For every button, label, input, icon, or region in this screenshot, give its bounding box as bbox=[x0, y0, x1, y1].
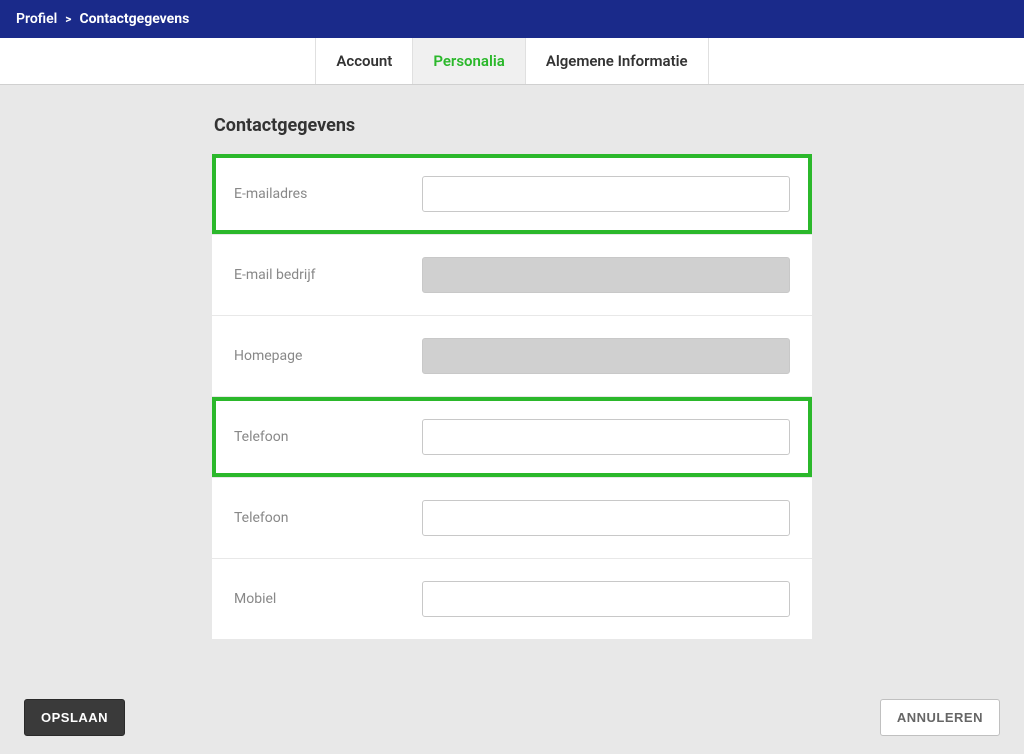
email-input[interactable] bbox=[422, 176, 790, 212]
tab-personalia[interactable]: Personalia bbox=[412, 38, 524, 84]
form-row-telefoon2: Telefoon bbox=[212, 478, 812, 558]
form-row-telefoon1: Telefoon bbox=[212, 397, 812, 477]
form-row-mobiel: Mobiel bbox=[212, 559, 812, 639]
content-area: Contactgegevens E-mailadres E-mail bedri… bbox=[0, 85, 1024, 639]
breadcrumb-current: Contactgegevens bbox=[79, 11, 189, 27]
breadcrumb: Profiel > Contactgegevens bbox=[16, 11, 189, 27]
homepage-input bbox=[422, 338, 790, 374]
homepage-label: Homepage bbox=[234, 348, 422, 364]
tab-account[interactable]: Account bbox=[315, 38, 412, 84]
content-inner: Contactgegevens E-mailadres E-mail bedri… bbox=[212, 115, 812, 639]
telefoon2-label: Telefoon bbox=[234, 510, 422, 526]
form-row-homepage: Homepage bbox=[212, 316, 812, 396]
telefoon1-input[interactable] bbox=[422, 419, 790, 455]
form-row-email-company: E-mail bedrijf bbox=[212, 235, 812, 315]
header-bar: Profiel > Contactgegevens bbox=[0, 0, 1024, 38]
mobiel-input[interactable] bbox=[422, 581, 790, 617]
chevron-right-icon: > bbox=[65, 12, 71, 26]
tab-bar: Account Personalia Algemene Informatie bbox=[0, 38, 1024, 85]
email-company-input bbox=[422, 257, 790, 293]
mobiel-label: Mobiel bbox=[234, 591, 422, 607]
form-row-email: E-mailadres bbox=[212, 154, 812, 234]
telefoon2-input[interactable] bbox=[422, 500, 790, 536]
cancel-button[interactable]: ANNULEREN bbox=[880, 699, 1000, 736]
section-title: Contactgegevens bbox=[212, 115, 812, 136]
breadcrumb-parent[interactable]: Profiel bbox=[16, 11, 57, 27]
email-label: E-mailadres bbox=[234, 186, 422, 202]
footer-bar: OPSLAAN ANNULEREN bbox=[0, 699, 1024, 736]
save-button[interactable]: OPSLAAN bbox=[24, 699, 125, 736]
telefoon1-label: Telefoon bbox=[234, 429, 422, 445]
form-rows: E-mailadres E-mail bedrijf Homepage Tele… bbox=[212, 154, 812, 639]
tab-algemene-informatie[interactable]: Algemene Informatie bbox=[525, 38, 709, 84]
email-company-label: E-mail bedrijf bbox=[234, 267, 422, 283]
tab-container: Account Personalia Algemene Informatie bbox=[315, 38, 708, 84]
